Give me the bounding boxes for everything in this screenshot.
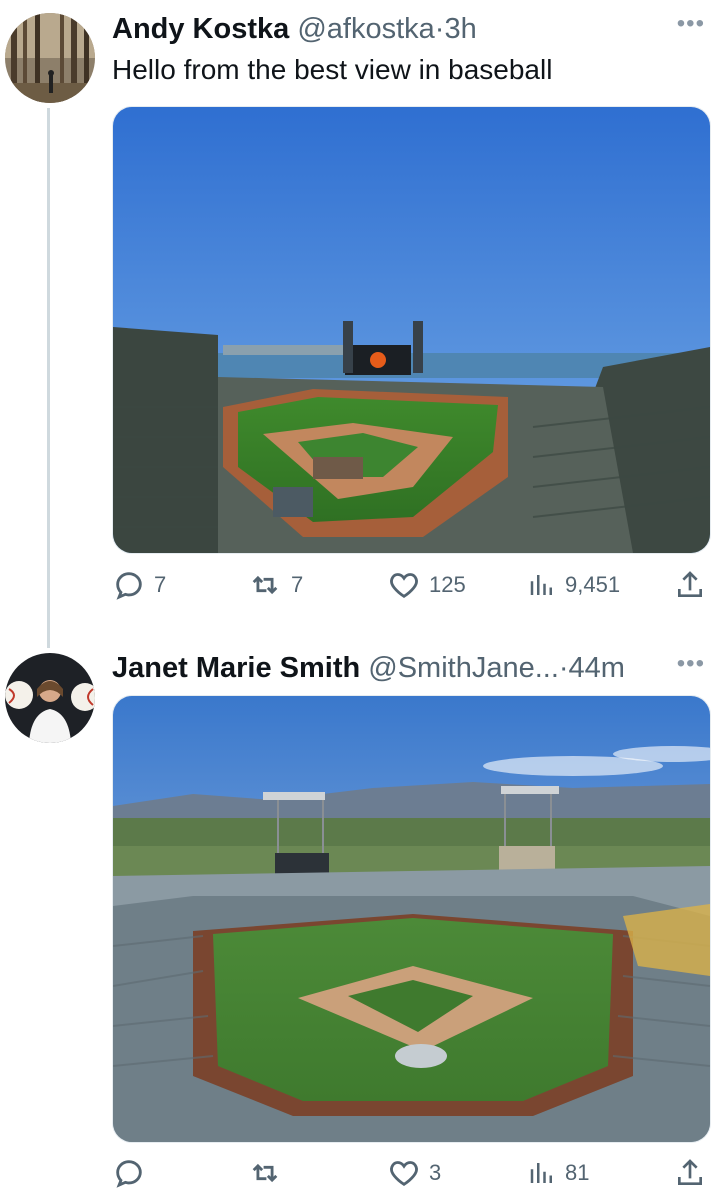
tweet-header: Janet Marie Smith @SmithJane...·44m	[112, 651, 625, 685]
views-count: 9,451	[565, 572, 621, 597]
reply-count: 7	[154, 572, 167, 597]
share-button[interactable]	[674, 1156, 706, 1190]
avatar[interactable]	[5, 13, 95, 103]
more-icon[interactable]: •••	[677, 650, 705, 678]
like-icon	[387, 1156, 421, 1190]
like-button[interactable]: 3	[387, 1156, 441, 1190]
tweet-image[interactable]	[112, 695, 711, 1143]
repost-button[interactable]	[247, 1156, 291, 1190]
tweet-actions: 7 7 125 9,451	[112, 568, 712, 608]
timestamp[interactable]: 3h	[444, 13, 476, 45]
tweet-header: Andy Kostka @afkostka·3h	[112, 12, 477, 46]
reply-icon	[112, 568, 146, 602]
like-button[interactable]: 125	[387, 568, 466, 602]
views-button[interactable]: 81	[527, 1156, 589, 1190]
views-count: 81	[565, 1160, 590, 1185]
tweet-text: Hello from the best view in baseball	[112, 54, 553, 85]
reply-button[interactable]	[112, 1156, 154, 1190]
views-icon	[527, 568, 557, 602]
like-count: 3	[429, 1160, 442, 1185]
repost-icon	[247, 1156, 283, 1190]
author-handle[interactable]: @afkostka	[297, 13, 434, 45]
views-icon	[527, 1156, 557, 1190]
share-icon	[674, 1156, 706, 1190]
like-icon	[387, 568, 421, 602]
repost-count: 7	[291, 572, 304, 597]
like-count: 125	[429, 572, 466, 597]
tweet-image[interactable]	[112, 106, 711, 554]
tweet-2[interactable]: Janet Marie Smith @SmithJane...·44m •••	[0, 640, 715, 1200]
views-button[interactable]: 9,451	[527, 568, 620, 602]
author-handle[interactable]: @SmithJane...	[368, 652, 559, 684]
separator-dot: ·	[558, 652, 569, 684]
repost-icon	[247, 568, 283, 602]
share-icon	[674, 568, 706, 602]
tweet-1[interactable]: Andy Kostka @afkostka·3h ••• Hello from …	[0, 0, 715, 640]
author-name[interactable]: Janet Marie Smith	[112, 652, 360, 684]
reply-button[interactable]: 7	[112, 568, 166, 602]
timestamp[interactable]: 44m	[569, 652, 625, 684]
author-name[interactable]: Andy Kostka	[112, 13, 289, 45]
more-icon[interactable]: •••	[677, 10, 705, 38]
repost-button[interactable]: 7	[247, 568, 303, 602]
tweet-actions: 3 81	[112, 1156, 712, 1196]
avatar[interactable]	[5, 653, 95, 743]
reply-icon	[112, 1156, 146, 1190]
separator-dot: ·	[434, 13, 445, 45]
share-button[interactable]	[674, 568, 706, 602]
